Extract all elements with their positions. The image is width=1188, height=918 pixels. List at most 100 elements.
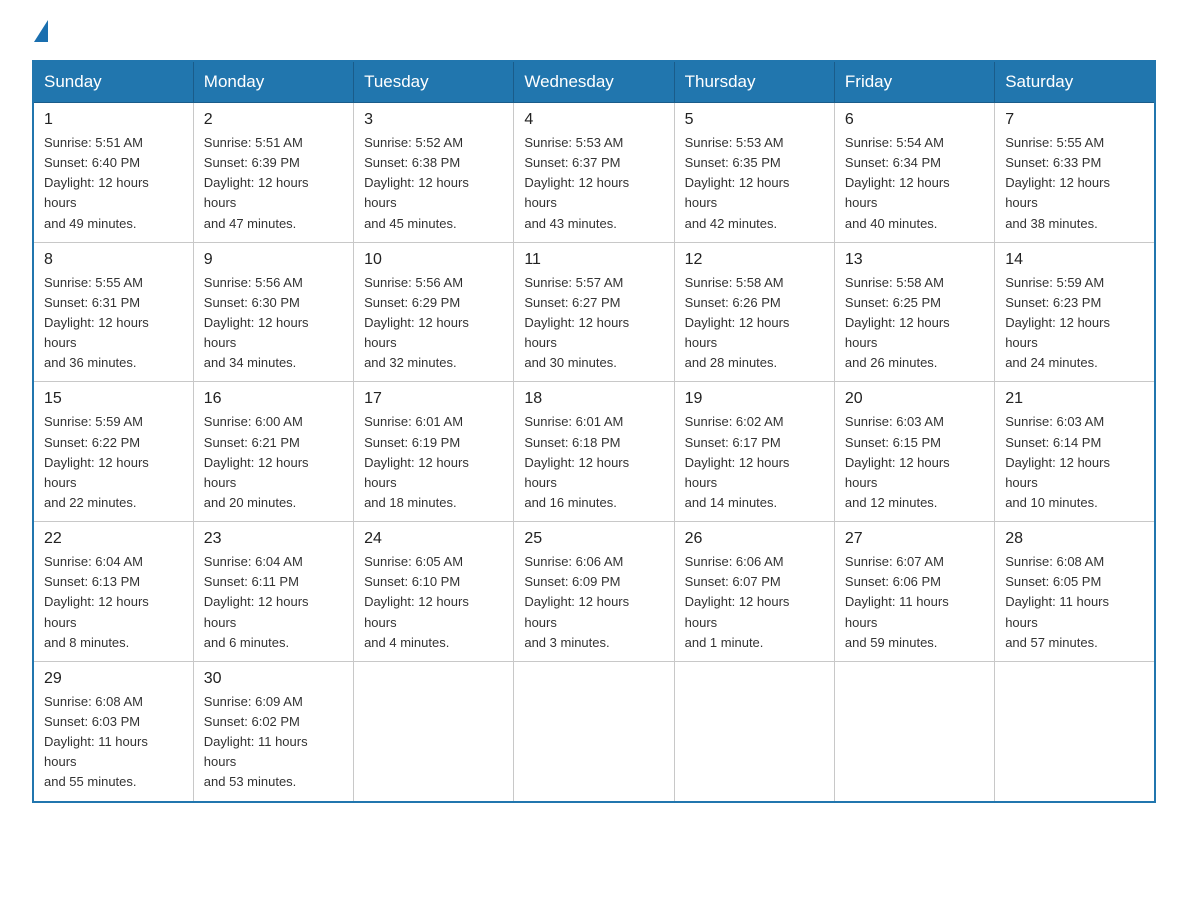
- calendar-cell: 14 Sunrise: 5:59 AMSunset: 6:23 PMDayligh…: [995, 242, 1155, 382]
- day-number: 15: [44, 390, 183, 408]
- calendar-cell: 5 Sunrise: 5:53 AMSunset: 6:35 PMDaylight…: [674, 103, 834, 243]
- day-number: 24: [364, 530, 503, 548]
- day-number: 22: [44, 530, 183, 548]
- day-info: Sunrise: 5:55 AMSunset: 6:33 PMDaylight:…: [1005, 133, 1144, 234]
- calendar-cell: 7 Sunrise: 5:55 AMSunset: 6:33 PMDaylight…: [995, 103, 1155, 243]
- day-number: 30: [204, 670, 343, 688]
- calendar-cell: 28 Sunrise: 6:08 AMSunset: 6:05 PMDayligh…: [995, 522, 1155, 662]
- calendar-cell: 26 Sunrise: 6:06 AMSunset: 6:07 PMDayligh…: [674, 522, 834, 662]
- calendar-cell: 18 Sunrise: 6:01 AMSunset: 6:18 PMDayligh…: [514, 382, 674, 522]
- day-info: Sunrise: 6:04 AMSunset: 6:13 PMDaylight:…: [44, 552, 183, 653]
- calendar-cell: 6Sunrise: 5:54 AMSunset: 6:34 PMDaylight…: [834, 103, 994, 243]
- day-number: 16: [204, 390, 343, 408]
- day-info: Sunrise: 6:06 AMSunset: 6:09 PMDaylight:…: [524, 552, 663, 653]
- weekday-header-saturday: Saturday: [995, 61, 1155, 103]
- day-number: 25: [524, 530, 663, 548]
- day-info: Sunrise: 6:00 AMSunset: 6:21 PMDaylight:…: [204, 412, 343, 513]
- calendar-cell: 24 Sunrise: 6:05 AMSunset: 6:10 PMDayligh…: [354, 522, 514, 662]
- day-info: Sunrise: 6:05 AMSunset: 6:10 PMDaylight:…: [364, 552, 503, 653]
- day-number: 7: [1005, 111, 1144, 129]
- day-info: Sunrise: 6:07 AMSunset: 6:06 PMDaylight:…: [845, 552, 984, 653]
- calendar-cell: 30 Sunrise: 6:09 AMSunset: 6:02 PMDayligh…: [193, 661, 353, 801]
- day-info: Sunrise: 6:03 AMSunset: 6:15 PMDaylight:…: [845, 412, 984, 513]
- day-info: Sunrise: 6:08 AMSunset: 6:03 PMDaylight:…: [44, 692, 183, 793]
- day-number: 8: [44, 251, 183, 269]
- calendar-week-3: 15Sunrise: 5:59 AMSunset: 6:22 PMDayligh…: [33, 382, 1155, 522]
- calendar-cell: 10 Sunrise: 5:56 AMSunset: 6:29 PMDayligh…: [354, 242, 514, 382]
- calendar-cell: [674, 661, 834, 801]
- day-number: 13: [845, 251, 984, 269]
- day-number: 23: [204, 530, 343, 548]
- calendar-cell: 2 Sunrise: 5:51 AMSunset: 6:39 PMDaylight…: [193, 103, 353, 243]
- day-number: 4: [524, 111, 663, 129]
- calendar-cell: 23 Sunrise: 6:04 AMSunset: 6:11 PMDayligh…: [193, 522, 353, 662]
- day-info: Sunrise: 5:59 AMSunset: 6:23 PMDaylight:…: [1005, 273, 1144, 374]
- calendar-cell: 1 Sunrise: 5:51 AMSunset: 6:40 PMDaylight…: [33, 103, 193, 243]
- calendar-week-1: 1 Sunrise: 5:51 AMSunset: 6:40 PMDaylight…: [33, 103, 1155, 243]
- calendar-week-5: 29 Sunrise: 6:08 AMSunset: 6:03 PMDayligh…: [33, 661, 1155, 801]
- day-number: 9: [204, 251, 343, 269]
- calendar-cell: 4 Sunrise: 5:53 AMSunset: 6:37 PMDaylight…: [514, 103, 674, 243]
- day-info: Sunrise: 6:08 AMSunset: 6:05 PMDaylight:…: [1005, 552, 1144, 653]
- calendar-week-4: 22 Sunrise: 6:04 AMSunset: 6:13 PMDayligh…: [33, 522, 1155, 662]
- calendar-cell: 29 Sunrise: 6:08 AMSunset: 6:03 PMDayligh…: [33, 661, 193, 801]
- day-number: 21: [1005, 390, 1144, 408]
- day-info: Sunrise: 6:04 AMSunset: 6:11 PMDaylight:…: [204, 552, 343, 653]
- weekday-header-row: SundayMondayTuesdayWednesdayThursdayFrid…: [33, 61, 1155, 103]
- logo: [32, 24, 48, 40]
- calendar-cell: 12Sunrise: 5:58 AMSunset: 6:26 PMDayligh…: [674, 242, 834, 382]
- calendar-cell: [834, 661, 994, 801]
- day-info: Sunrise: 5:53 AMSunset: 6:35 PMDaylight:…: [685, 133, 824, 234]
- day-info: Sunrise: 6:06 AMSunset: 6:07 PMDaylight:…: [685, 552, 824, 653]
- calendar-cell: 16 Sunrise: 6:00 AMSunset: 6:21 PMDayligh…: [193, 382, 353, 522]
- day-info: Sunrise: 5:53 AMSunset: 6:37 PMDaylight:…: [524, 133, 663, 234]
- day-info: Sunrise: 5:51 AMSunset: 6:40 PMDaylight:…: [44, 133, 183, 234]
- weekday-header-tuesday: Tuesday: [354, 61, 514, 103]
- calendar-cell: 13 Sunrise: 5:58 AMSunset: 6:25 PMDayligh…: [834, 242, 994, 382]
- weekday-header-wednesday: Wednesday: [514, 61, 674, 103]
- calendar-cell: 9Sunrise: 5:56 AMSunset: 6:30 PMDaylight…: [193, 242, 353, 382]
- calendar-cell: 11 Sunrise: 5:57 AMSunset: 6:27 PMDayligh…: [514, 242, 674, 382]
- weekday-header-monday: Monday: [193, 61, 353, 103]
- day-info: Sunrise: 5:57 AMSunset: 6:27 PMDaylight:…: [524, 273, 663, 374]
- weekday-header-friday: Friday: [834, 61, 994, 103]
- day-info: Sunrise: 5:51 AMSunset: 6:39 PMDaylight:…: [204, 133, 343, 234]
- weekday-header-sunday: Sunday: [33, 61, 193, 103]
- calendar-cell: 22 Sunrise: 6:04 AMSunset: 6:13 PMDayligh…: [33, 522, 193, 662]
- calendar-cell: [354, 661, 514, 801]
- day-number: 17: [364, 390, 503, 408]
- day-number: 1: [44, 111, 183, 129]
- page-header: [32, 24, 1156, 40]
- calendar-cell: 17 Sunrise: 6:01 AMSunset: 6:19 PMDayligh…: [354, 382, 514, 522]
- calendar-cell: 19Sunrise: 6:02 AMSunset: 6:17 PMDayligh…: [674, 382, 834, 522]
- calendar-cell: 20Sunrise: 6:03 AMSunset: 6:15 PMDayligh…: [834, 382, 994, 522]
- day-number: 29: [44, 670, 183, 688]
- day-info: Sunrise: 6:01 AMSunset: 6:18 PMDaylight:…: [524, 412, 663, 513]
- day-info: Sunrise: 5:56 AMSunset: 6:29 PMDaylight:…: [364, 273, 503, 374]
- day-number: 2: [204, 111, 343, 129]
- day-number: 12: [685, 251, 824, 269]
- weekday-header-thursday: Thursday: [674, 61, 834, 103]
- day-info: Sunrise: 5:54 AMSunset: 6:34 PMDaylight:…: [845, 133, 984, 234]
- day-info: Sunrise: 6:01 AMSunset: 6:19 PMDaylight:…: [364, 412, 503, 513]
- day-info: Sunrise: 5:52 AMSunset: 6:38 PMDaylight:…: [364, 133, 503, 234]
- calendar-week-2: 8Sunrise: 5:55 AMSunset: 6:31 PMDaylight…: [33, 242, 1155, 382]
- day-info: Sunrise: 6:03 AMSunset: 6:14 PMDaylight:…: [1005, 412, 1144, 513]
- calendar-cell: 3 Sunrise: 5:52 AMSunset: 6:38 PMDaylight…: [354, 103, 514, 243]
- day-number: 26: [685, 530, 824, 548]
- calendar-cell: [514, 661, 674, 801]
- day-info: Sunrise: 6:09 AMSunset: 6:02 PMDaylight:…: [204, 692, 343, 793]
- logo-triangle-icon: [34, 20, 48, 42]
- day-number: 18: [524, 390, 663, 408]
- day-number: 14: [1005, 251, 1144, 269]
- day-number: 10: [364, 251, 503, 269]
- calendar-cell: 21 Sunrise: 6:03 AMSunset: 6:14 PMDayligh…: [995, 382, 1155, 522]
- calendar-cell: 25 Sunrise: 6:06 AMSunset: 6:09 PMDayligh…: [514, 522, 674, 662]
- day-number: 11: [524, 251, 663, 269]
- day-info: Sunrise: 5:58 AMSunset: 6:25 PMDaylight:…: [845, 273, 984, 374]
- day-number: 5: [685, 111, 824, 129]
- calendar-cell: 8Sunrise: 5:55 AMSunset: 6:31 PMDaylight…: [33, 242, 193, 382]
- day-number: 28: [1005, 530, 1144, 548]
- day-number: 3: [364, 111, 503, 129]
- day-number: 27: [845, 530, 984, 548]
